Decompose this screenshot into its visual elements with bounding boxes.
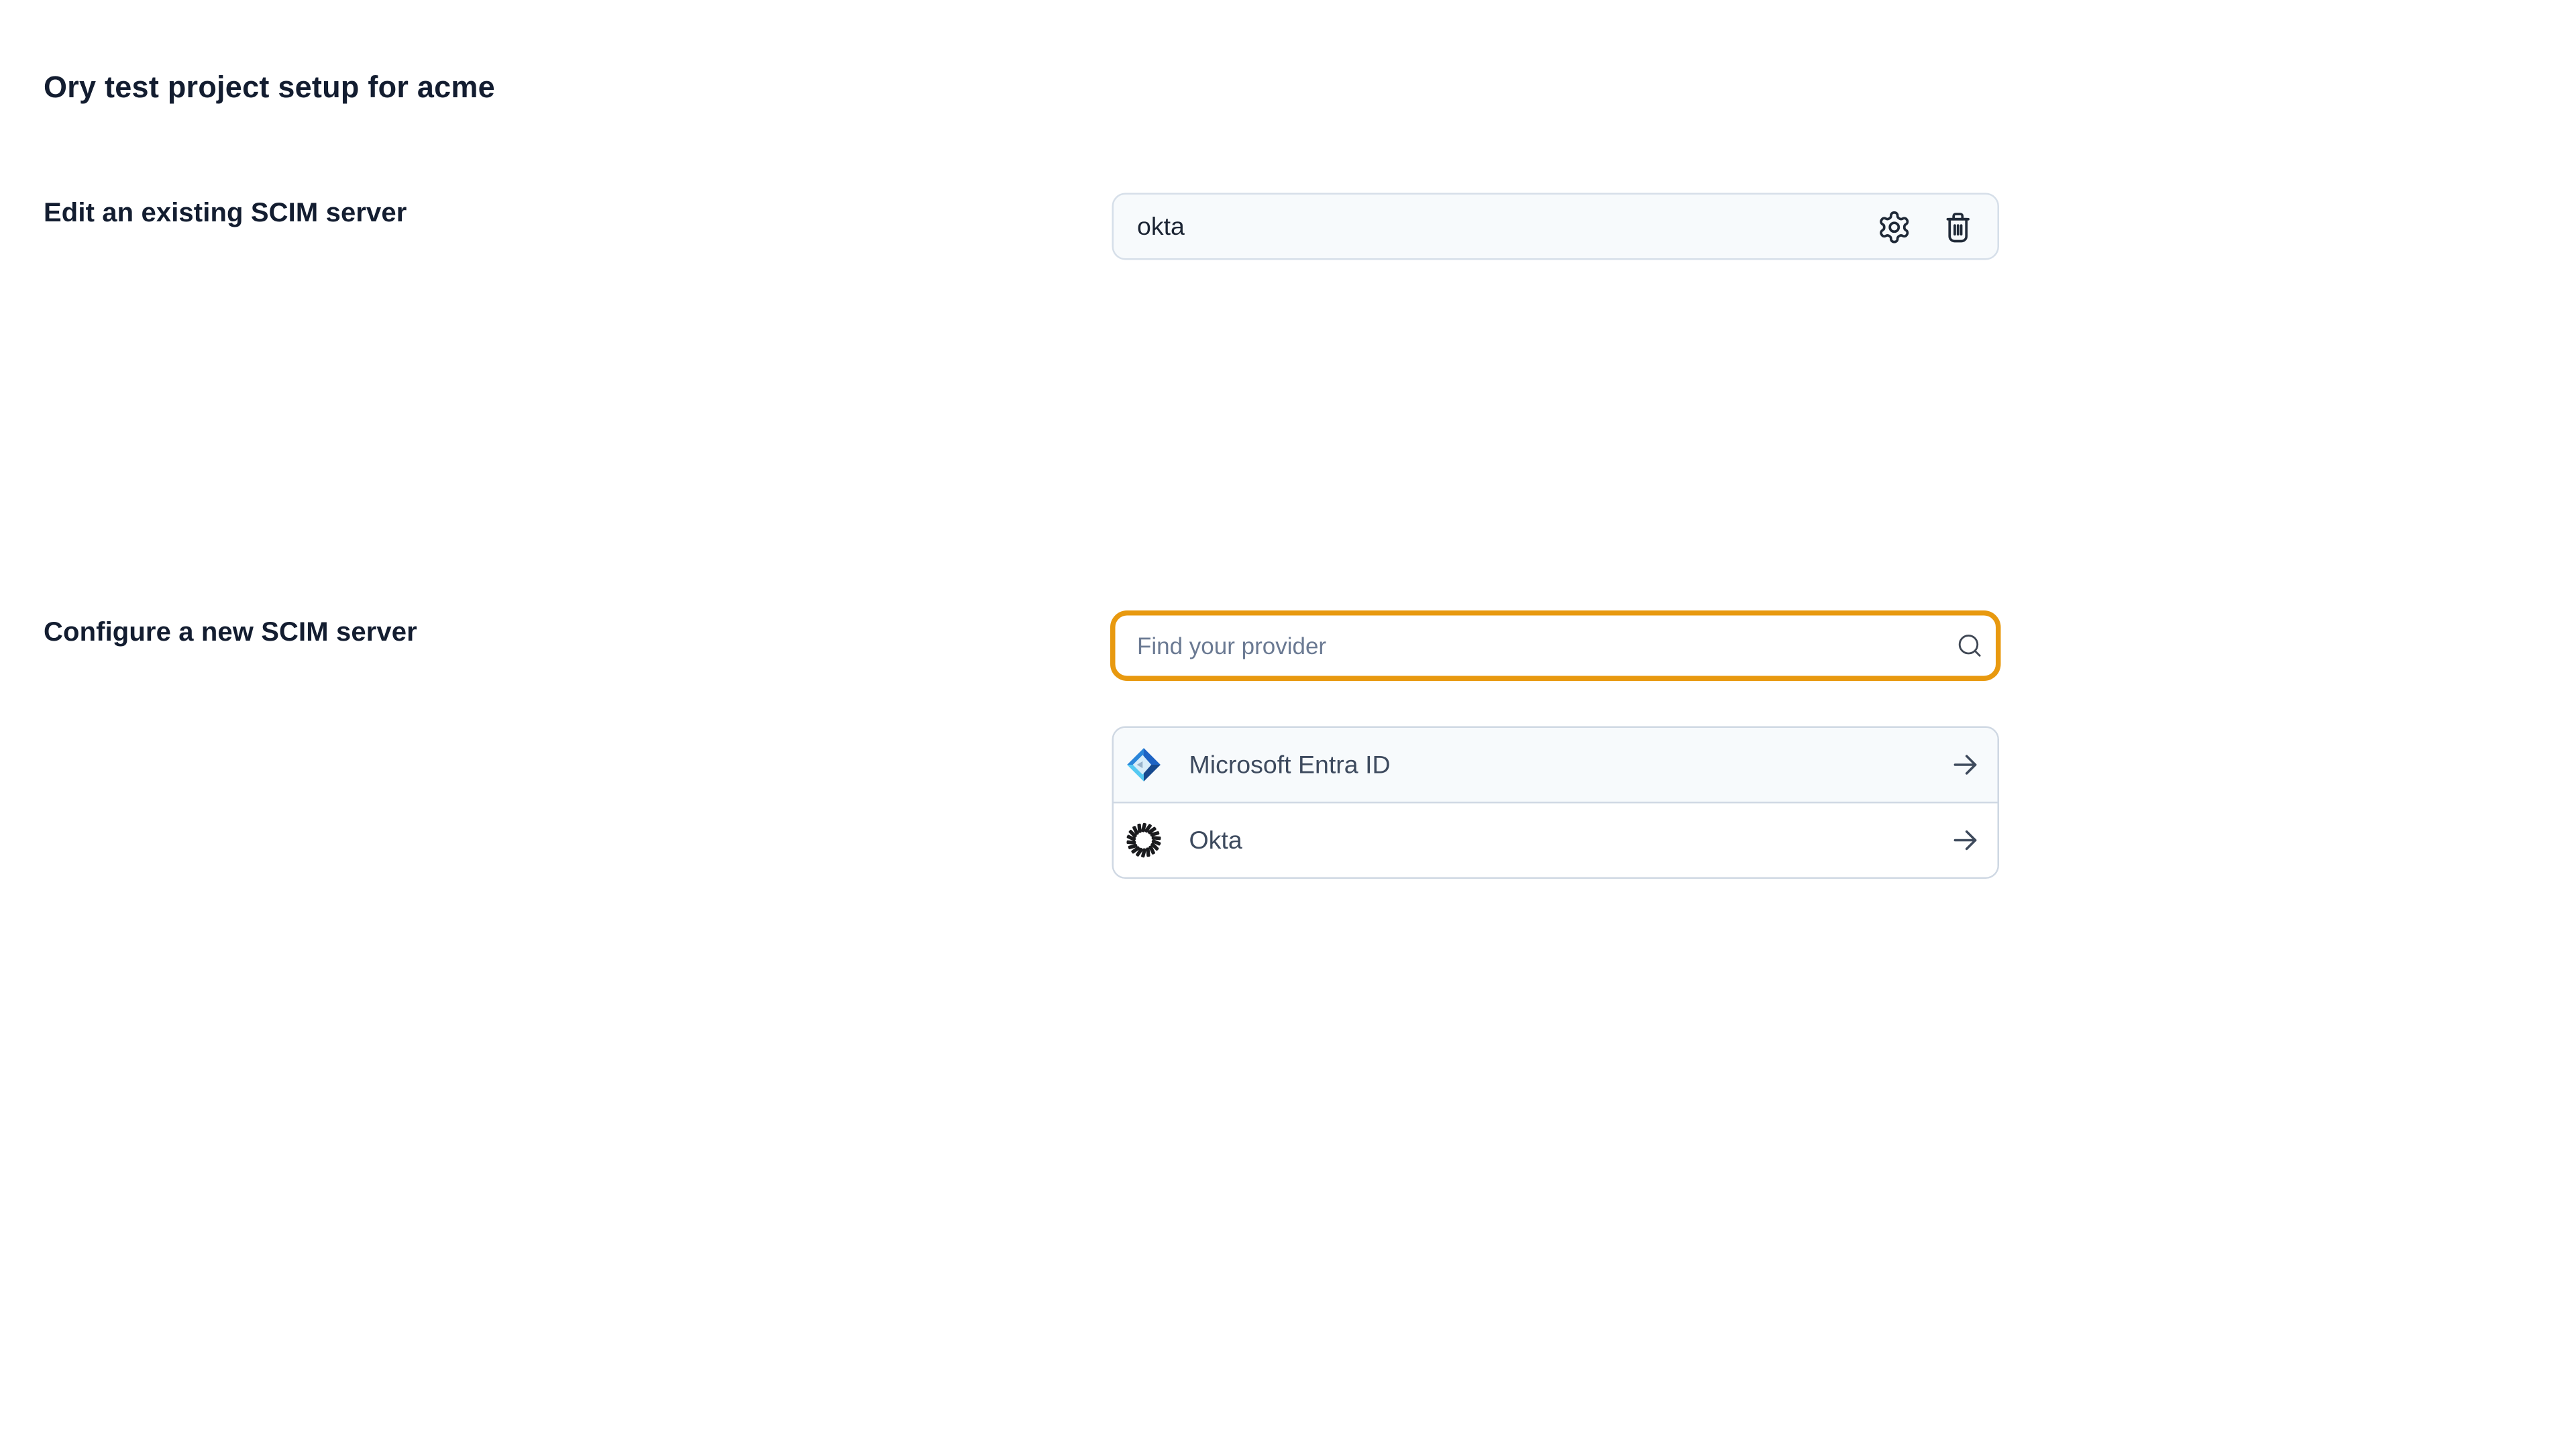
existing-scim-server-row[interactable]: okta [1112, 193, 2000, 260]
trash-icon [1939, 209, 1975, 244]
section-heading-configure-new: Configure a new SCIM server [44, 619, 417, 649]
page-background: Ory test project setup for acme Edit an … [0, 0, 2576, 1449]
gear-icon [1876, 209, 1911, 244]
microsoft-entra-id-logo [1124, 745, 1164, 785]
provider-row-okta[interactable]: Okta [1114, 802, 1998, 877]
provider-search-input[interactable] [1112, 612, 2000, 680]
page-title: Ory test project setup for acme [44, 70, 495, 106]
server-row-actions [1874, 207, 1978, 247]
provider-label: Microsoft Entra ID [1189, 751, 1391, 780]
provider-list: Microsoft Entra ID Okta [1112, 727, 2000, 879]
provider-search [1112, 612, 2000, 680]
configure-server-button[interactable] [1874, 207, 1914, 247]
provider-row-microsoft-entra-id[interactable]: Microsoft Entra ID [1114, 728, 1998, 802]
scim-server-name: okta [1137, 212, 1185, 241]
scim-setup-page: Ory test project setup for acme Edit an … [0, 0, 2576, 1449]
okta-logo [1124, 820, 1164, 861]
delete-server-button[interactable] [1937, 207, 1978, 247]
section-heading-edit-existing: Edit an existing SCIM server [44, 200, 407, 230]
arrow-right-icon [1949, 748, 1982, 782]
provider-label: Okta [1189, 826, 1242, 855]
search-icon [1955, 631, 1984, 660]
arrow-right-icon [1949, 824, 1982, 857]
